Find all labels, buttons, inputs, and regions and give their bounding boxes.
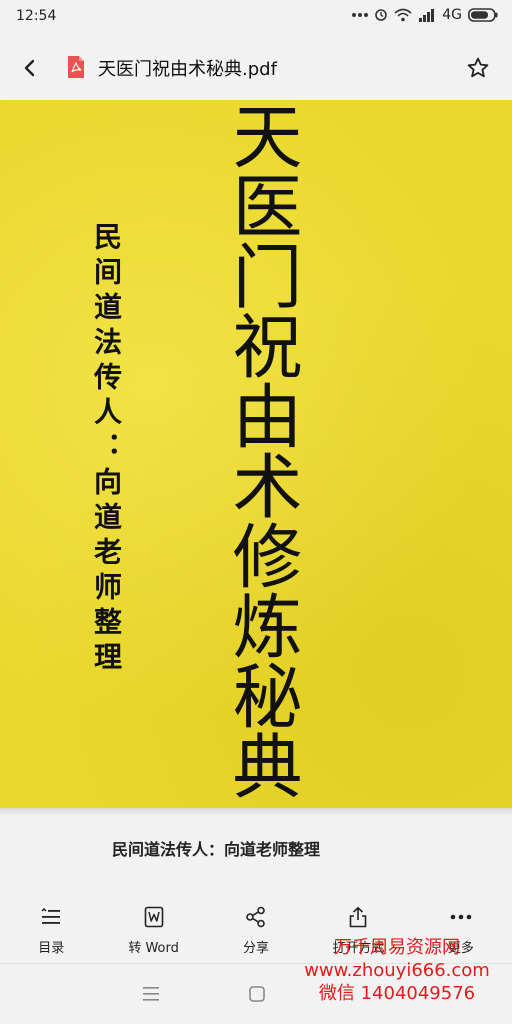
wifi-icon <box>394 8 412 22</box>
page-separator <box>0 808 512 816</box>
more-dots-icon <box>352 12 369 18</box>
convert-word-button[interactable]: 转 Word <box>102 895 204 961</box>
toc-button[interactable]: 目录 <box>0 895 102 961</box>
network-type: 4G <box>442 7 462 23</box>
screen: 12:54 4G 天医门祝由术秘典.pdf 天医门祝由术修炼秘典 民间道法传人：… <box>0 0 512 1024</box>
status-icons: 4G <box>352 7 498 23</box>
menu-icon[interactable] <box>140 984 162 1004</box>
convert-word-label: 转 Word <box>128 941 179 956</box>
signal-icon <box>418 8 436 22</box>
word-icon <box>142 905 166 929</box>
watermark-line-2: www.zhouyi666.com <box>304 960 490 981</box>
cover-main-title: 天医门祝由术修炼秘典 <box>221 100 303 800</box>
open-with-icon <box>346 905 370 929</box>
toc-label: 目录 <box>38 941 65 956</box>
chevron-left-icon <box>24 59 35 77</box>
status-time: 12:54 <box>16 8 57 24</box>
document-title: 天医门祝由术秘典.pdf <box>98 59 277 80</box>
pdf-page[interactable]: 天医门祝由术修炼秘典 民间道法传人：向道老师整理 <box>0 100 512 816</box>
share-label: 分享 <box>243 941 270 956</box>
watermark-line-1: 万千周易资源网 <box>334 937 460 958</box>
watermark-line-3: 微信 1404049576 <box>318 983 476 1004</box>
page-caption: 民间道法传人：向道老师整理 <box>112 840 321 859</box>
more-icon <box>449 905 473 929</box>
alarm-icon <box>374 8 388 22</box>
back-button[interactable] <box>14 52 46 84</box>
battery-icon <box>468 8 498 22</box>
pdf-file-icon <box>66 55 86 79</box>
list-icon <box>39 905 63 929</box>
home-icon[interactable] <box>247 984 267 1004</box>
app-bar: 天医门祝由术秘典.pdf <box>0 36 512 100</box>
share-icon <box>244 905 268 929</box>
watermark: 万千周易资源网 www.zhouyi666.com 微信 1404049576 <box>292 936 502 1005</box>
favorite-button[interactable] <box>462 52 494 84</box>
status-bar: 12:54 4G <box>0 0 512 34</box>
star-outline-icon <box>467 57 489 78</box>
cover-subtitle: 民间道法传人：向道老师整理 <box>90 222 123 677</box>
